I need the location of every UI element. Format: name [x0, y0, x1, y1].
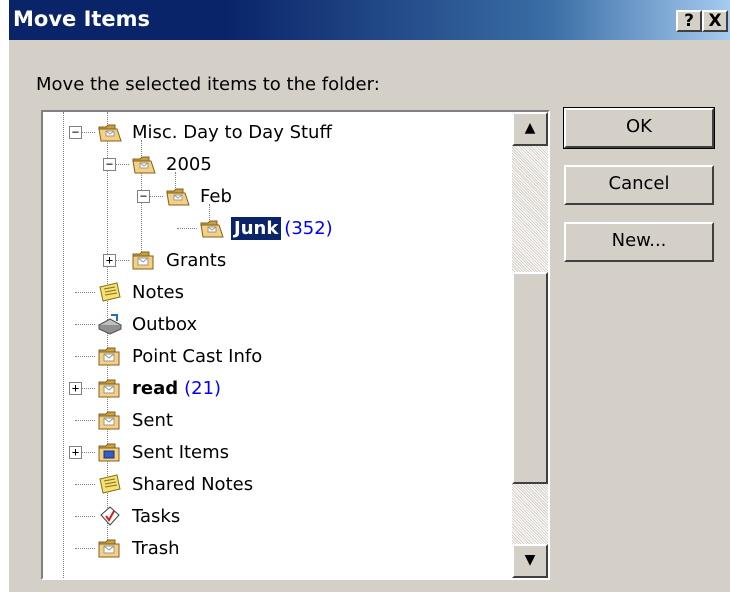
- help-button[interactable]: ?: [676, 10, 702, 32]
- folder-icon: [97, 345, 123, 367]
- outbox-icon: [97, 313, 123, 335]
- dialog-title: Move Items: [13, 7, 151, 31]
- tree-item[interactable]: Sent Items: [97, 436, 232, 468]
- tree-item[interactable]: Misc. Day to Day Stuff: [97, 116, 335, 148]
- sent-items-icon: [97, 441, 123, 463]
- unread-count: (352): [284, 217, 333, 239]
- tree-connector: [75, 356, 95, 357]
- expand-toggle[interactable]: +: [69, 446, 82, 459]
- folder-icon: [97, 377, 123, 399]
- tree-item[interactable]: read (21): [97, 372, 221, 404]
- tree-item-label: Trash: [132, 537, 180, 559]
- tree-item-label: Notes: [132, 281, 184, 303]
- collapse-toggle[interactable]: −: [69, 126, 82, 139]
- tree-connector: [75, 548, 95, 549]
- notes-icon: [97, 473, 123, 495]
- tree-item-label: read: [132, 377, 179, 399]
- tree-item-label: Sent: [132, 409, 173, 431]
- open-folder-icon: [97, 121, 123, 143]
- tree-item-label: 2005: [166, 153, 212, 175]
- tree-item[interactable]: Point Cast Info: [97, 340, 265, 372]
- tree-item-label: Shared Notes: [132, 473, 254, 495]
- tree-item-label: Tasks: [132, 505, 181, 527]
- scroll-thumb[interactable]: [512, 272, 548, 484]
- tree-item[interactable]: Notes: [97, 276, 187, 308]
- folder-icon: [97, 537, 123, 559]
- folder-tree[interactable]: − Misc. Day to Day Stuff − 2005 − Feb Junk (352…: [41, 110, 550, 580]
- prompt-label: Move the selected items to the folder:: [36, 74, 380, 95]
- tree-item[interactable]: Junk (352): [199, 212, 333, 244]
- tree-connector: [177, 228, 197, 229]
- folder-icon: [97, 409, 123, 431]
- cancel-button[interactable]: Cancel: [564, 165, 714, 205]
- tree-item-label: Point Cast Info: [132, 345, 263, 367]
- collapse-toggle[interactable]: −: [103, 158, 116, 171]
- scroll-down-button[interactable]: ▼: [512, 544, 548, 578]
- tasks-icon: [97, 505, 123, 527]
- move-items-dialog: Move Items ? X Move the selected items t…: [9, 0, 730, 592]
- tree-item[interactable]: Sent: [97, 404, 176, 436]
- tree-connector: [75, 420, 95, 421]
- close-button[interactable]: X: [702, 10, 728, 32]
- tree-connector: [75, 484, 95, 485]
- tree-item[interactable]: Tasks: [97, 500, 183, 532]
- tree-item[interactable]: Trash: [97, 532, 183, 564]
- tree-item-label: Outbox: [132, 313, 198, 335]
- open-folder-icon: [199, 217, 225, 239]
- vertical-scrollbar[interactable]: ▲ ▼: [512, 112, 548, 578]
- open-folder-icon: [165, 185, 191, 207]
- tree-connector: [75, 292, 95, 293]
- folder-icon: [131, 249, 157, 271]
- tree-item[interactable]: Shared Notes: [97, 468, 256, 500]
- tree-item[interactable]: Grants: [131, 244, 229, 276]
- tree-item-label: Misc. Day to Day Stuff: [132, 121, 332, 143]
- tree-item[interactable]: 2005: [131, 148, 215, 180]
- tree-guide-line: [63, 112, 64, 578]
- unread-count: (21): [184, 377, 222, 399]
- tree-connector: [75, 324, 95, 325]
- tree-item-label: Sent Items: [132, 441, 230, 463]
- tree-connector: [75, 516, 95, 517]
- new-button[interactable]: New...: [564, 222, 714, 262]
- tree-item-label: Feb: [200, 185, 232, 207]
- tree-item-label: Junk: [231, 216, 282, 240]
- expand-toggle[interactable]: +: [69, 382, 82, 395]
- tree-item[interactable]: Outbox: [97, 308, 200, 340]
- title-bar[interactable]: Move Items ? X: [9, 0, 730, 40]
- tree-item-label: Grants: [166, 249, 227, 271]
- collapse-toggle[interactable]: −: [137, 190, 150, 203]
- scroll-up-button[interactable]: ▲: [512, 112, 548, 146]
- expand-toggle[interactable]: +: [103, 254, 116, 267]
- notes-icon: [97, 281, 123, 303]
- tree-item[interactable]: Feb: [165, 180, 235, 212]
- folder-tree-content: − Misc. Day to Day Stuff − 2005 − Feb Junk (352…: [43, 112, 508, 578]
- open-folder-icon: [131, 153, 157, 175]
- ok-button[interactable]: OK: [563, 107, 715, 149]
